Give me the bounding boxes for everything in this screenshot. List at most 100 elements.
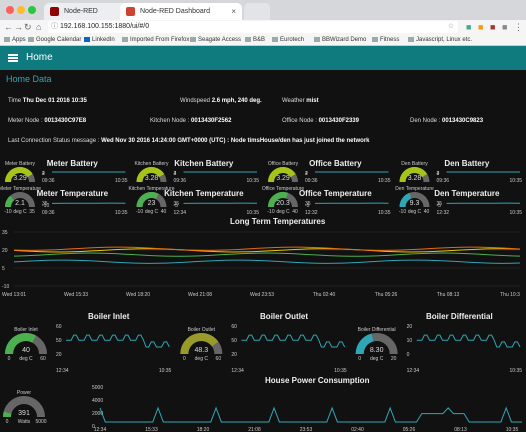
forward-icon[interactable]: → [14, 21, 23, 33]
back-icon[interactable]: ← [4, 21, 13, 33]
power-row: House Power Consumption Power 391 Watts 0 50… [0, 375, 526, 432]
close-window-icon[interactable] [6, 6, 14, 14]
temperature-2-title: Office Temperature [299, 189, 372, 198]
extension-icon[interactable]: ■ [502, 21, 507, 33]
boiler-2-gauge-min: 0 [358, 356, 361, 362]
battery-3-ytick-bottom: 2 [437, 171, 440, 177]
bookmark-bbwizard[interactable]: BBWizard Demo [314, 34, 366, 46]
bookmark-star-icon[interactable]: ☆ [448, 21, 454, 33]
boiler-1-gauge-unit: deg C [195, 356, 209, 362]
bookmark-fitness[interactable]: Fitness [372, 34, 399, 46]
temperature-3-title: Den Temperature [434, 189, 500, 198]
boiler-0-series-line [66, 334, 170, 348]
extension-icon[interactable]: ■ [478, 21, 483, 33]
folder-icon [314, 36, 320, 42]
long-term-series-line [13, 259, 521, 264]
temperature-3-gauge-min: -10 [399, 209, 406, 215]
meter-node-text: Meter Node : 0013430C97E8 [8, 118, 87, 124]
battery-1-gauge-value: 3.28 [145, 175, 159, 182]
long-term-xtick: Thu 02:40 [313, 292, 336, 298]
bookmark-imported-firefox[interactable]: Imported From Firefox [122, 34, 189, 46]
url-text: 192.168.100.155:1880/ui/#/0 [60, 23, 150, 30]
group-title: Home Data [6, 74, 52, 84]
temperature-0-gauge-label: Meter Temperature [0, 186, 41, 192]
bookmark-eurotech[interactable]: Eurotech [272, 34, 304, 46]
long-term-series-line [13, 248, 521, 253]
boiler-0-title: Boiler Inlet [88, 312, 130, 321]
linkedin-icon [84, 36, 90, 42]
kitchen-node-text: Kitchen Node : 0013430F2562 [150, 118, 232, 124]
long-term-xtick: Thu 05:26 [375, 292, 398, 298]
reload-icon[interactable]: ↻ [24, 21, 32, 33]
long-term-xtick: Thu 10:3 [500, 292, 520, 298]
menu-icon[interactable]: ⋮ [514, 21, 523, 33]
address-row: ← → ↻ ⌂ ⓘ 192.168.100.155:1880/ui/#/0 ☆ … [0, 20, 526, 34]
temperature-1-gauge-max: 40 [161, 209, 167, 215]
battery-1-title: Kitchen Battery [174, 159, 234, 168]
home-icon[interactable]: ⌂ [36, 21, 41, 33]
temperature-3-gauge-max: 40 [424, 209, 430, 215]
long-term-plot: 35 20 5 -10 Wed 13:01 Wed 15:33 Wed 18:20 Wed 2… [2, 230, 521, 298]
extension-icon[interactable]: ■ [466, 21, 471, 33]
bookmark-linkedin[interactable]: LinkedIn [84, 34, 115, 46]
battery-svg: Meter Battery3.29Volts04Meter Battery420… [5, 159, 522, 184]
battery-3-xtick-start: 09:36 [437, 178, 450, 184]
new-tab-button[interactable] [244, 3, 270, 20]
temperature-0-ytick-bottom: -10 [42, 203, 49, 209]
bookmark-google-calendar[interactable]: Google Calendar [28, 34, 81, 46]
browser-chrome: Node-RED × Node-RED Dashboard × ← → ↻ ⌂ … [0, 0, 526, 46]
long-term-title: Long Term Temperatures [230, 217, 326, 226]
battery-2-gauge-label: Office Battery [268, 161, 299, 167]
minimize-window-icon[interactable] [17, 6, 25, 14]
dashboard-header: Home [0, 46, 526, 70]
bookmark-javascript[interactable]: Javascript, Linux etc. [408, 34, 472, 46]
temperature-2-ytick-bottom: -5 [305, 203, 310, 209]
boiler-row: Boiler Inlet 40 deg C 0 60 Boiler Inlet 60 50 20… [0, 310, 526, 374]
bookmarks-bar: Apps Google Calendar LinkedIn Imported F… [0, 34, 526, 46]
maximize-window-icon[interactable] [28, 6, 36, 14]
tab-label: Node-RED [64, 8, 98, 15]
boiler-2-gauge-label: Boiler Differential [358, 327, 396, 333]
temperature-1-gauge-min: -10 [136, 209, 143, 215]
battery-1-ytick-bottom: 2 [174, 171, 177, 177]
bookmark-seagate[interactable]: Seagate Access [190, 34, 241, 46]
den-node-text: Den Node : 0013430C9823 [410, 118, 484, 124]
power-xtick: 05:26 [403, 427, 416, 432]
battery-0-ytick-bottom: 2 [42, 171, 45, 177]
battery-3-gauge-label: Den Battery [401, 161, 428, 167]
boiler-0-ytick: 50 [56, 338, 62, 344]
bookmark-apps[interactable]: Apps [4, 34, 26, 46]
folder-icon [272, 36, 278, 42]
dashboard-content: Home Data Time Thu Dec 01 2016 10:35 Win… [0, 70, 526, 432]
battery-1-xtick-start: 09:36 [174, 178, 187, 184]
long-term-ytick: 35 [2, 230, 8, 236]
bookmark-bb[interactable]: B&B [245, 34, 265, 46]
boiler-2-ytick: 0 [407, 352, 410, 358]
power-series-line [99, 406, 522, 423]
temperature-0-gauge-unit: deg C [13, 209, 27, 215]
power-gauge-value: 391 [18, 410, 30, 417]
info-icon: ⓘ [51, 23, 58, 30]
boiler-1-xtick-end: 10:35 [334, 368, 347, 374]
boiler-1-ytick: 20 [231, 352, 237, 358]
tab-node-red-dashboard[interactable]: Node-RED Dashboard × [120, 3, 242, 20]
close-tab-icon[interactable]: × [231, 3, 236, 20]
long-term-ytick: 5 [2, 266, 5, 272]
windspeed-text: Windspeed 2.6 mph, 240 deg. [180, 98, 262, 104]
page-title: Home [26, 52, 53, 63]
temperature-3-gauge-unit: deg C [408, 209, 422, 215]
boiler-0-gauge-unit: deg C [19, 356, 33, 362]
temperature-2-gauge-min: -10 [267, 209, 274, 215]
apps-icon [4, 36, 10, 42]
power-xtick: 08:13 [454, 427, 467, 432]
long-term-xtick: Wed 18:20 [126, 292, 150, 298]
battery-3-title: Den Battery [444, 159, 489, 168]
power-xtick: 15:33 [145, 427, 158, 432]
address-bar[interactable]: ⓘ 192.168.100.155:1880/ui/#/0 ☆ [48, 21, 458, 33]
boiler-2-gauge-unit: deg C [370, 356, 384, 362]
temperature-2-gauge-max: 40 [292, 209, 298, 215]
temperature-1-gauge-value: 23 [148, 200, 156, 207]
extension-icon[interactable]: ■ [490, 21, 495, 33]
calendar-icon [28, 36, 34, 42]
hamburger-menu-icon[interactable] [8, 54, 18, 62]
